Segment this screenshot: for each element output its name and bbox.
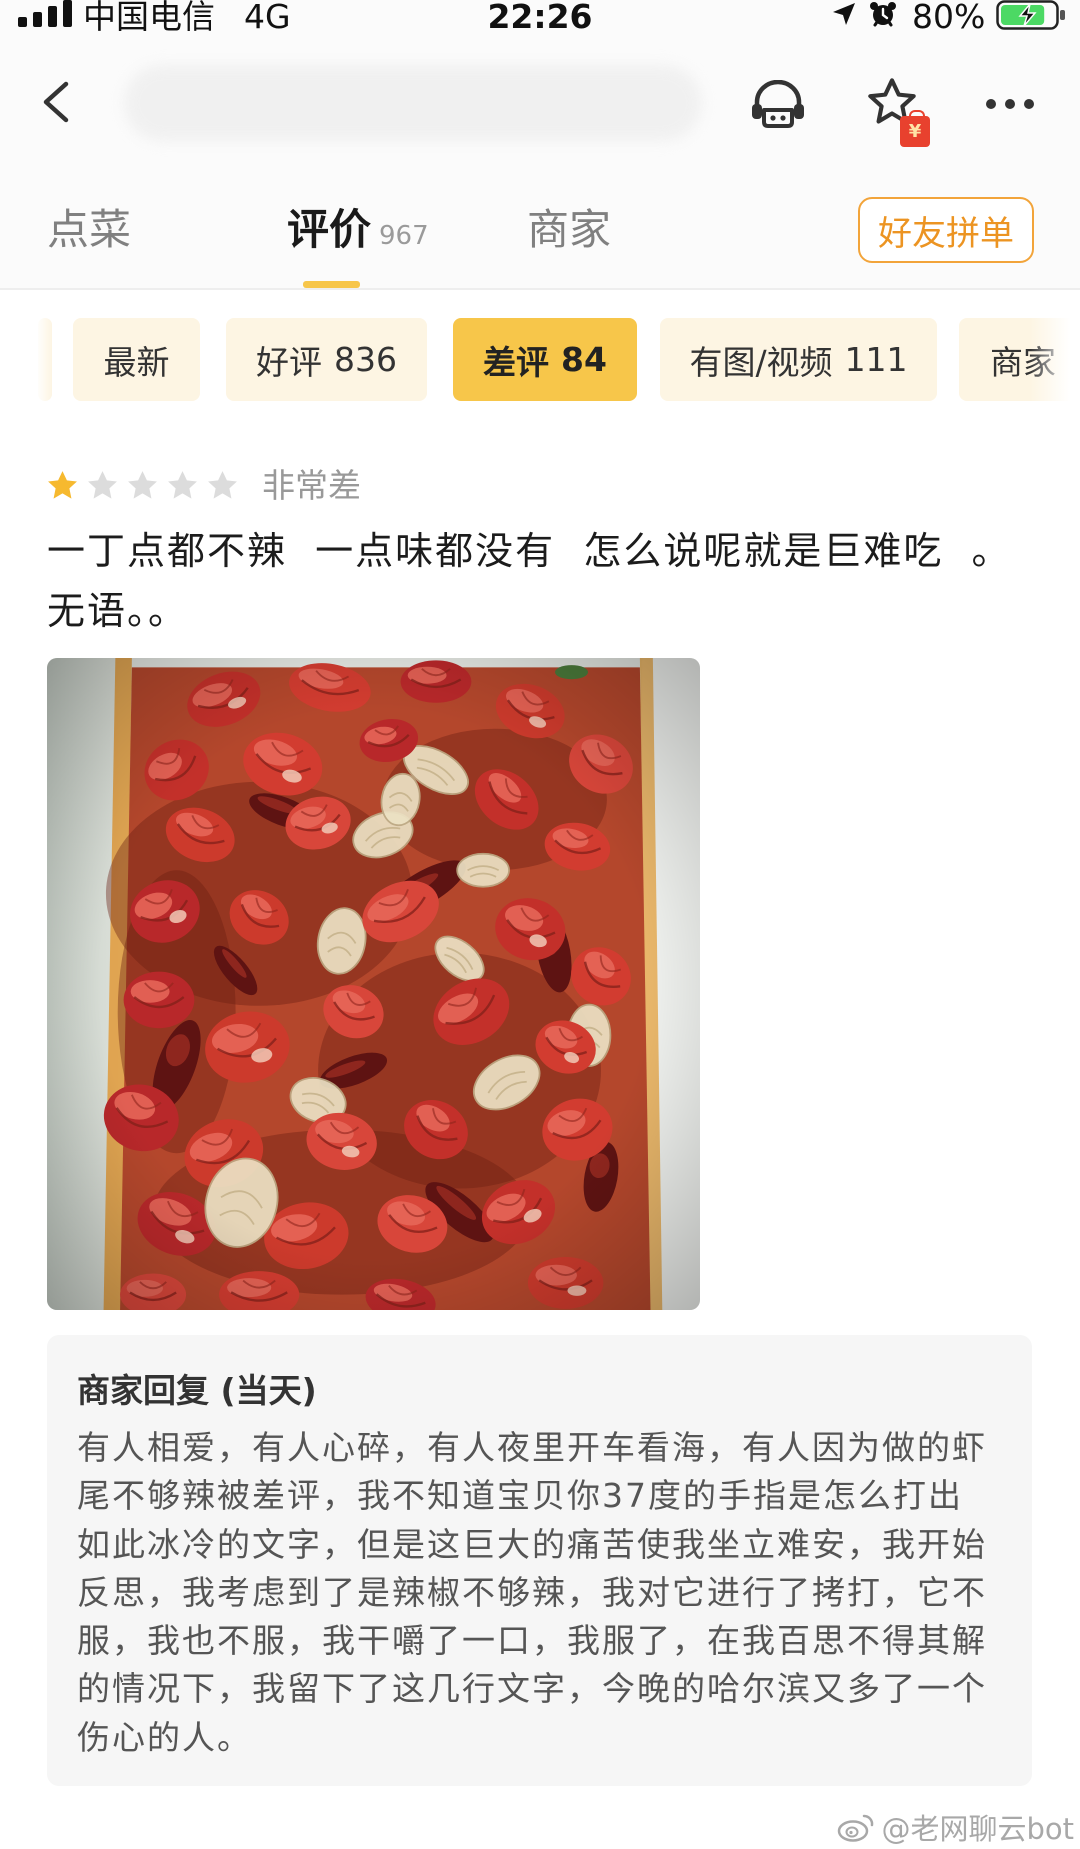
scroll-fade-right	[1030, 318, 1080, 401]
filter-count: 836	[334, 340, 397, 379]
merchant-reply-title: 商家回复 (当天)	[77, 1371, 317, 1410]
more-icon[interactable]	[984, 94, 1036, 114]
review-photo[interactable]	[47, 658, 700, 1310]
watermark: @老网聊云bot	[837, 1806, 1074, 1848]
header-divider	[0, 288, 1080, 290]
clock-time: 22:26	[487, 0, 593, 36]
filter-label: 差评	[483, 342, 550, 382]
rating-stars	[46, 469, 239, 502]
blurred-search-bar[interactable]	[124, 65, 702, 141]
rating-label: 非常差	[262, 466, 361, 505]
filter-label: 有图/视频	[689, 342, 833, 382]
battery-icon	[996, 0, 1065, 30]
review-text-line: 一丁点都不辣 一点味都没有 怎么说呢就是巨难吃 。	[47, 529, 1012, 573]
review-text-line: 无语。。	[47, 589, 189, 633]
reply-text-line: 如此冰冷的文字，但是这巨大的痛苦使我坐立难安，我开始	[77, 1524, 987, 1564]
filter-count: 111	[844, 340, 908, 379]
star-icon	[46, 469, 79, 502]
filter-chip-positive[interactable]: 好评 836	[226, 318, 427, 401]
filter-chip-negative[interactable]: 差评 84	[453, 318, 637, 401]
merchant-reply-text: 有人相爱，有人心碎，有人夜里开车看海，有人因为做的虾 尾不够辣被差评，我不知道宝…	[77, 1424, 1017, 1762]
star-icon	[206, 469, 239, 502]
filter-label: 好评	[256, 342, 322, 382]
reply-text-line: 的情况下，我留下了这几行文字，今晚的哈尔滨又多了一个	[77, 1669, 987, 1709]
tab-label: 点菜	[47, 205, 132, 254]
filter-chip-media[interactable]: 有图/视频 111	[660, 318, 937, 401]
reply-text-line: 尾不够辣被差评，我不知道宝贝你37度的手指是怎么打出	[77, 1476, 963, 1516]
photo-vignette	[47, 658, 700, 1310]
crayfish-dish-photo	[47, 658, 700, 1310]
alarm-icon	[870, 2, 896, 27]
watermark-text: @老网聊云bot	[881, 1812, 1074, 1846]
tab-merchant[interactable]: 商家	[527, 203, 611, 257]
location-icon	[833, 3, 855, 25]
group-order-button[interactable]: 好友拼单	[858, 197, 1034, 263]
tab-reviews[interactable]: 评价 967	[287, 203, 429, 263]
red-packet-badge: ¥	[900, 110, 930, 147]
reply-text-line: 有人相爱，有人心碎，有人夜里开车看海，有人因为做的虾	[77, 1428, 987, 1467]
filter-count: 84	[561, 340, 607, 379]
star-icon	[126, 469, 159, 502]
customer-service-icon[interactable]	[748, 80, 808, 130]
battery-percent: 80%	[912, 0, 986, 36]
reply-text-line: 反思，我考虑到了是辣椒不够辣，我对它进行了拷打，它不	[77, 1572, 987, 1612]
tab-label: 商家	[527, 205, 612, 254]
weibo-logo-icon	[838, 1814, 874, 1842]
filter-label: 最新	[103, 342, 170, 382]
tab-order[interactable]: 点菜	[47, 203, 131, 257]
carrier-name: 中国电信	[83, 0, 215, 36]
active-tab-indicator	[303, 281, 360, 288]
star-icon	[166, 469, 199, 502]
filter-chip-latest[interactable]: 最新	[73, 318, 200, 401]
back-icon[interactable]	[38, 80, 74, 124]
merchant-reply: 商家回复 (当天) 有人相爱，有人心碎，有人夜里开车看海，有人因为做的虾 尾不够…	[47, 1335, 1032, 1786]
star-icon	[86, 469, 119, 502]
tab-label: 评价	[287, 205, 372, 254]
reply-text-line: 服，我也不服，我干嚼了一口，我服了，在我百思不得其解	[77, 1621, 987, 1661]
tab-count: 967	[379, 221, 429, 251]
network-type: 4G	[244, 0, 291, 36]
favorite-button[interactable]: ¥	[866, 76, 938, 150]
reply-text-line: 伤心的人。	[77, 1717, 252, 1757]
scroll-fade-left	[36, 318, 52, 401]
signal-icon	[18, 0, 72, 27]
